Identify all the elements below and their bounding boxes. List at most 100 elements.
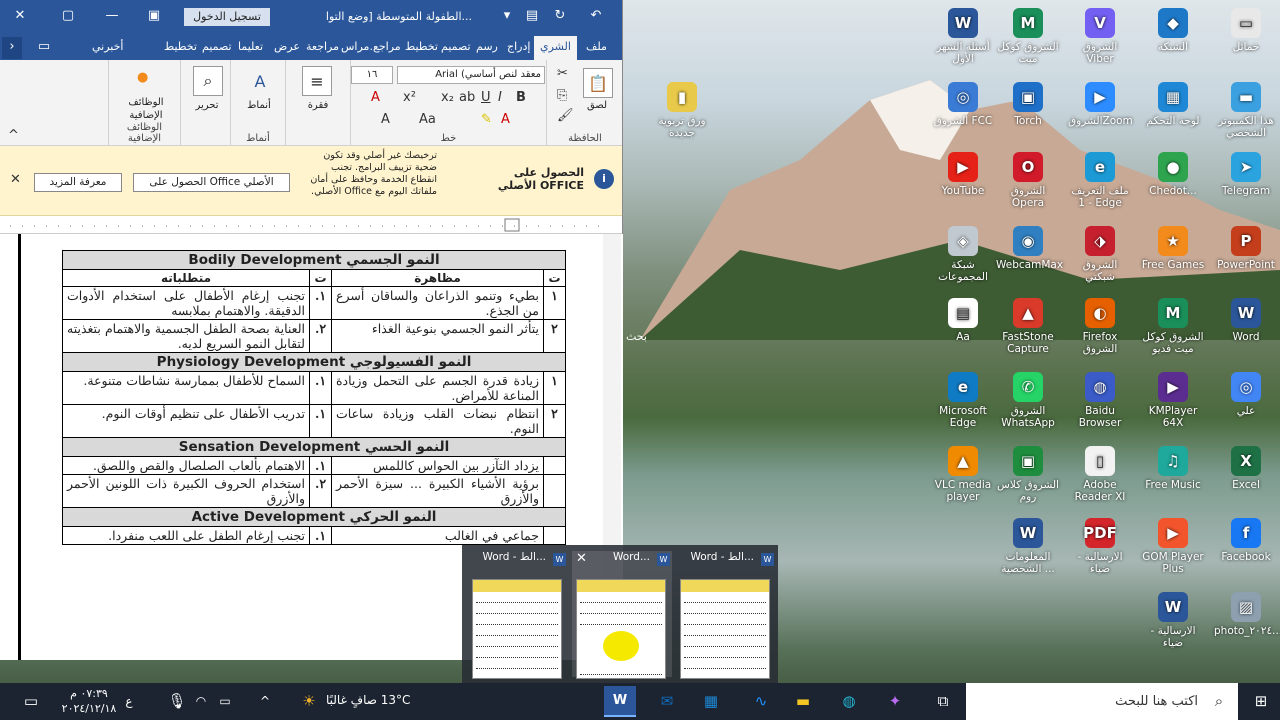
requirement-cell[interactable]: تجنب إرغام الأطفال على استخدام الأدوات ا…: [62, 286, 310, 320]
italic-icon[interactable]: I: [498, 90, 502, 105]
text-effects-icon[interactable]: A: [381, 112, 390, 127]
ribbon-display-icon[interactable]: ▣: [142, 6, 166, 26]
desktop-icon[interactable]: ♫ Free Music: [1141, 446, 1205, 491]
copy-icon[interactable]: ⎘: [557, 88, 567, 103]
desktop-icon[interactable]: V الشروق Viber: [1068, 8, 1132, 65]
requirement-cell[interactable]: استخدام الحروف الكبيرة ذات اللونين الأحم…: [62, 474, 310, 508]
clear-format-icon[interactable]: A: [371, 90, 380, 105]
get-genuine-button[interactable]: الحصول على Office الأصلي: [133, 173, 290, 192]
tab-tell-me[interactable]: أخبرني: [90, 38, 125, 55]
word-thumbnail-2[interactable]: Word... W ✕: [572, 551, 672, 679]
desktop-icon[interactable]: ▨ photo_٢٠٢٤...: [1214, 592, 1280, 637]
desktop-icon[interactable]: f Facebook: [1214, 518, 1278, 563]
desktop-icon[interactable]: ▭ خمائل: [1214, 8, 1278, 53]
task-view-icon[interactable]: ⧉: [930, 689, 956, 713]
font-size-box[interactable]: ١٦: [351, 66, 393, 84]
minimize-icon[interactable]: —: [100, 6, 124, 26]
format-painter-icon[interactable]: 🖌: [557, 108, 574, 123]
change-case-icon[interactable]: Aa: [419, 112, 436, 127]
font-color-icon[interactable]: A: [501, 112, 510, 127]
desktop-icon[interactable]: ◍ Baidu Browser: [1068, 372, 1132, 429]
requirement-cell[interactable]: تدريب الأطفال على تنظيم أوقات النوم.: [62, 404, 310, 438]
microphone-icon[interactable]: 🎙: [164, 689, 190, 713]
desktop-icon[interactable]: ▶ YouTube: [931, 152, 995, 197]
desktop-icon[interactable]: ● Chedot...: [1141, 152, 1205, 197]
manifest-cell[interactable]: انتظام نبضات القلب وزيادة ساعات النوم.: [331, 404, 544, 438]
desktop-icon[interactable]: ▮ ورق تربوية جديدة: [650, 82, 714, 139]
edge-icon[interactable]: ◍: [836, 689, 862, 713]
tab-view[interactable]: عرض: [272, 38, 302, 55]
battery-icon[interactable]: ▭: [212, 689, 238, 713]
manifest-cell[interactable]: يزداد التآزر بين الحواس كاللمس: [331, 456, 544, 475]
learn-more-button[interactable]: معرفة المزيد: [34, 173, 122, 192]
tab-layout2[interactable]: تخطيط: [162, 38, 199, 55]
collapse-ribbon-icon[interactable]: ^: [8, 128, 19, 143]
requirement-cell[interactable]: السماح للأطفال بممارسة نشاطات متنوعة.: [62, 371, 310, 405]
close-window-icon[interactable]: ✕: [8, 6, 32, 26]
copilot-icon[interactable]: ✦: [882, 689, 908, 713]
store-icon[interactable]: ▦: [698, 689, 724, 713]
taskbar-search-icon[interactable]: ⌕: [1206, 689, 1232, 713]
desktop-icon[interactable]: ▲ FastStone Capture: [996, 298, 1060, 355]
desktop-icon[interactable]: e Microsoft Edge: [931, 372, 995, 429]
desktop-icon[interactable]: PDF الارسالية - ضياء: [1068, 518, 1132, 575]
tab-design2[interactable]: تصميم: [200, 38, 234, 55]
desktop-icon[interactable]: ▣ Torch: [996, 82, 1060, 127]
strikethrough-icon[interactable]: ab: [459, 90, 475, 105]
tab-layout[interactable]: تخطيط: [403, 38, 440, 55]
desktop-icon[interactable]: ▲ VLC media player: [931, 446, 995, 503]
desktop-icon[interactable]: ➤ Telegram: [1214, 152, 1278, 197]
desktop-icon[interactable]: ◈ شبكة المجموعات: [931, 226, 995, 283]
app-icon[interactable]: ∿: [748, 689, 774, 713]
word-thumbnail-1[interactable]: Word - الط... W: [468, 551, 568, 679]
requirement-cell[interactable]: العناية بصحة الطفل الجسمية والاهتمام بتغ…: [62, 319, 310, 353]
desktop-icon[interactable]: e ملف التعريف 1 - Edge: [1068, 152, 1132, 209]
addins-icon[interactable]: ●: [137, 70, 148, 85]
redo-icon[interactable]: ↻: [548, 6, 572, 26]
tab-insert[interactable]: إدراج: [505, 38, 532, 55]
scroll-tabs-icon[interactable]: ›: [2, 37, 22, 59]
paragraph-icon[interactable]: ≡: [302, 66, 332, 96]
manifest-cell[interactable]: زيادة قدرة الجسم على التحمل وزيادة المنا…: [331, 371, 544, 405]
manifest-cell[interactable]: بطيء وتنمو الذراعان والساقان أسرع من الج…: [331, 286, 544, 320]
clock[interactable]: ٠٧:٣٩ م ٢٠٢٤/١٢/١٨: [58, 686, 120, 716]
manifest-cell[interactable]: يتأثر النمو الجسمي بنوعية الغذاء: [331, 319, 544, 353]
mail-icon[interactable]: ✉: [654, 689, 680, 713]
desktop-icon[interactable]: ◎ الشروق FCC: [931, 82, 995, 127]
desktop-icon[interactable]: M الشروق كوكل ميت: [996, 8, 1060, 65]
manifest-cell[interactable]: جماعي في الغالب: [331, 526, 544, 545]
desktop-icon[interactable]: W Word: [1214, 298, 1278, 343]
horizontal-ruler[interactable]: [0, 216, 622, 234]
file-explorer-icon[interactable]: ▬: [790, 689, 816, 713]
tab-help[interactable]: تعليما: [236, 38, 265, 55]
desktop-icon[interactable]: ◆ الشبكة: [1141, 8, 1205, 53]
desktop-icon[interactable]: ▦ لوحة التحكم: [1141, 82, 1205, 127]
desktop-icon[interactable]: ✆ الشروق WhatsApp: [996, 372, 1060, 429]
signin-button[interactable]: تسجيل الدخول: [184, 8, 270, 26]
desktop-icon[interactable]: ◉ WebcamMax: [996, 226, 1063, 271]
close-notice-icon[interactable]: ✕: [10, 172, 21, 187]
underline-icon[interactable]: U: [481, 90, 491, 105]
save-icon[interactable]: ▤: [520, 6, 544, 26]
desktop-icon[interactable]: O الشروق Opera: [996, 152, 1060, 209]
font-name-box[interactable]: معقد لنص أساسي) Arial: [397, 66, 545, 84]
tab-draw[interactable]: رسم: [474, 38, 500, 55]
manifest-cell[interactable]: برؤية الأشياء الكبيرة ... سيزة الأحمر وا…: [331, 474, 544, 508]
requirement-cell[interactable]: تجنب إرغام الطفل على اللعب منفردا.: [62, 526, 310, 545]
undo-icon[interactable]: ↶: [584, 6, 608, 26]
word-taskbar-icon[interactable]: W: [604, 686, 636, 717]
desktop-icon[interactable]: ◎ علي: [1214, 372, 1278, 417]
wifi-icon[interactable]: ◠: [188, 689, 214, 713]
show-hidden-icons[interactable]: ^: [252, 689, 278, 713]
desktop-icon[interactable]: ★ Free Games: [1141, 226, 1205, 271]
desktop-icon[interactable]: W المعلومات الشخصية ...: [996, 518, 1060, 575]
desktop-icon[interactable]: W الارسالية - ضياء: [1141, 592, 1205, 649]
word-thumbnail-3[interactable]: Word - الط... W: [676, 551, 776, 679]
paste-icon[interactable]: 📋: [583, 68, 613, 98]
subscript-icon[interactable]: x₂: [441, 90, 454, 105]
tab-design[interactable]: تصميم: [439, 38, 473, 55]
taskbar-search-box[interactable]: اكتب هنا للبحث: [966, 683, 1238, 720]
desktop-icon[interactable]: M الشروق كوكل ميت فديو: [1141, 298, 1205, 355]
desktop-icon[interactable]: ⬗ الشروق شبكتي: [1068, 226, 1132, 283]
tab-review[interactable]: مراجعة: [304, 38, 341, 55]
